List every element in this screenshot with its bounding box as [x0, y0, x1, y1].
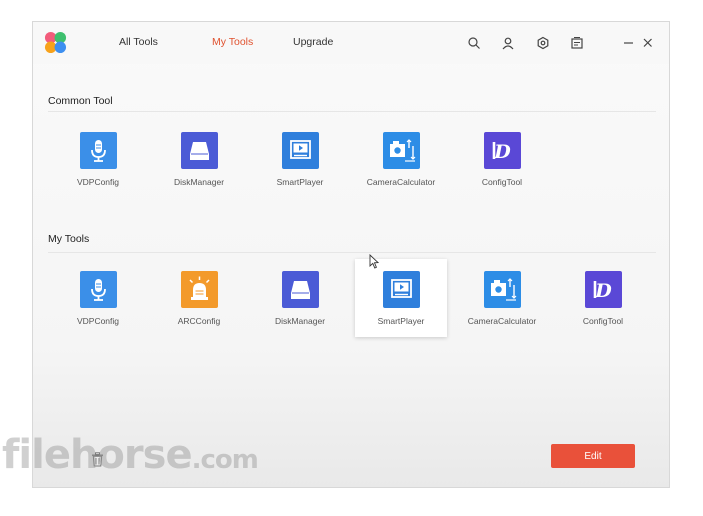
settings-icon[interactable]: [536, 36, 550, 50]
app-window: All Tools My Tools Upgrade Common Tool V…: [32, 21, 670, 488]
disk-icon: [291, 281, 310, 299]
tool-tile: D: [484, 132, 521, 169]
tab-all-tools[interactable]: All Tools: [119, 36, 158, 48]
tool-tile: D: [585, 271, 622, 308]
alarm-icon: [189, 276, 210, 300]
disk-icon: [190, 142, 209, 160]
message-icon[interactable]: [570, 36, 584, 50]
tool-item-vdpconfig[interactable]: VDPConfig: [52, 259, 144, 337]
tool-item-diskmanager[interactable]: DiskManager: [254, 259, 346, 337]
tool-label: CameraCalculator: [366, 177, 436, 187]
tab-upgrade[interactable]: Upgrade: [293, 36, 333, 48]
tool-tile: [383, 132, 420, 169]
tool-tile: [484, 271, 521, 308]
section-title-my-tools: My Tools: [48, 233, 90, 245]
tool-label: ConfigTool: [582, 316, 624, 326]
tool-item-arcconfig[interactable]: ARCConfig: [153, 259, 245, 337]
tool-tile: [282, 271, 319, 308]
title-bar: All Tools My Tools Upgrade: [33, 22, 669, 64]
watermark-logo: filehorse.com: [2, 432, 259, 478]
configtool-icon: D: [492, 141, 511, 163]
tool-label: SmartPlayer: [276, 177, 324, 187]
minimize-icon[interactable]: [622, 36, 636, 50]
svg-text:D: D: [493, 141, 511, 163]
tool-item-configtool[interactable]: D ConfigTool: [456, 120, 548, 198]
divider: [48, 111, 656, 112]
player-icon: [290, 140, 311, 159]
tool-item-smartplayer[interactable]: SmartPlayer: [254, 120, 346, 198]
tool-tile: [181, 271, 218, 308]
tool-label: VDPConfig: [76, 177, 120, 187]
camera-calculator-icon: [390, 139, 416, 162]
microphone-icon: [91, 140, 106, 162]
tool-label: VDPConfig: [76, 316, 120, 326]
tool-label: DiskManager: [274, 316, 326, 326]
tool-label: ARCConfig: [177, 316, 221, 326]
tool-label: CameraCalculator: [467, 316, 537, 326]
microphone-icon: [91, 279, 106, 301]
svg-text:D: D: [594, 280, 612, 302]
user-icon[interactable]: [501, 36, 515, 50]
tool-tile: [282, 132, 319, 169]
tool-tile: [80, 271, 117, 308]
tool-item-vdpconfig[interactable]: VDPConfig: [52, 120, 144, 198]
mouse-cursor-icon: [369, 254, 379, 269]
section-title-common-tool: Common Tool: [48, 95, 113, 107]
tool-label: ConfigTool: [481, 177, 523, 187]
tool-item-diskmanager[interactable]: DiskManager: [153, 120, 245, 198]
search-icon[interactable]: [467, 36, 481, 50]
divider: [48, 252, 656, 253]
tool-tile: [181, 132, 218, 169]
app-logo-icon: [44, 31, 67, 54]
configtool-icon: D: [593, 280, 612, 302]
tool-item-configtool[interactable]: D ConfigTool: [557, 259, 649, 337]
edit-button[interactable]: Edit: [551, 444, 635, 468]
camera-calculator-icon: [491, 278, 517, 301]
tool-item-smartplayer[interactable]: SmartPlayer: [355, 259, 447, 337]
tool-label: DiskManager: [173, 177, 225, 187]
tool-tile: [80, 132, 117, 169]
tool-item-cameracalculator[interactable]: CameraCalculator: [355, 120, 447, 198]
close-icon[interactable]: [641, 36, 655, 50]
player-icon: [391, 279, 412, 298]
tab-my-tools[interactable]: My Tools: [212, 36, 253, 48]
tool-item-cameracalculator[interactable]: CameraCalculator: [456, 259, 548, 337]
tool-tile: [383, 271, 420, 308]
tool-label: SmartPlayer: [377, 316, 425, 326]
